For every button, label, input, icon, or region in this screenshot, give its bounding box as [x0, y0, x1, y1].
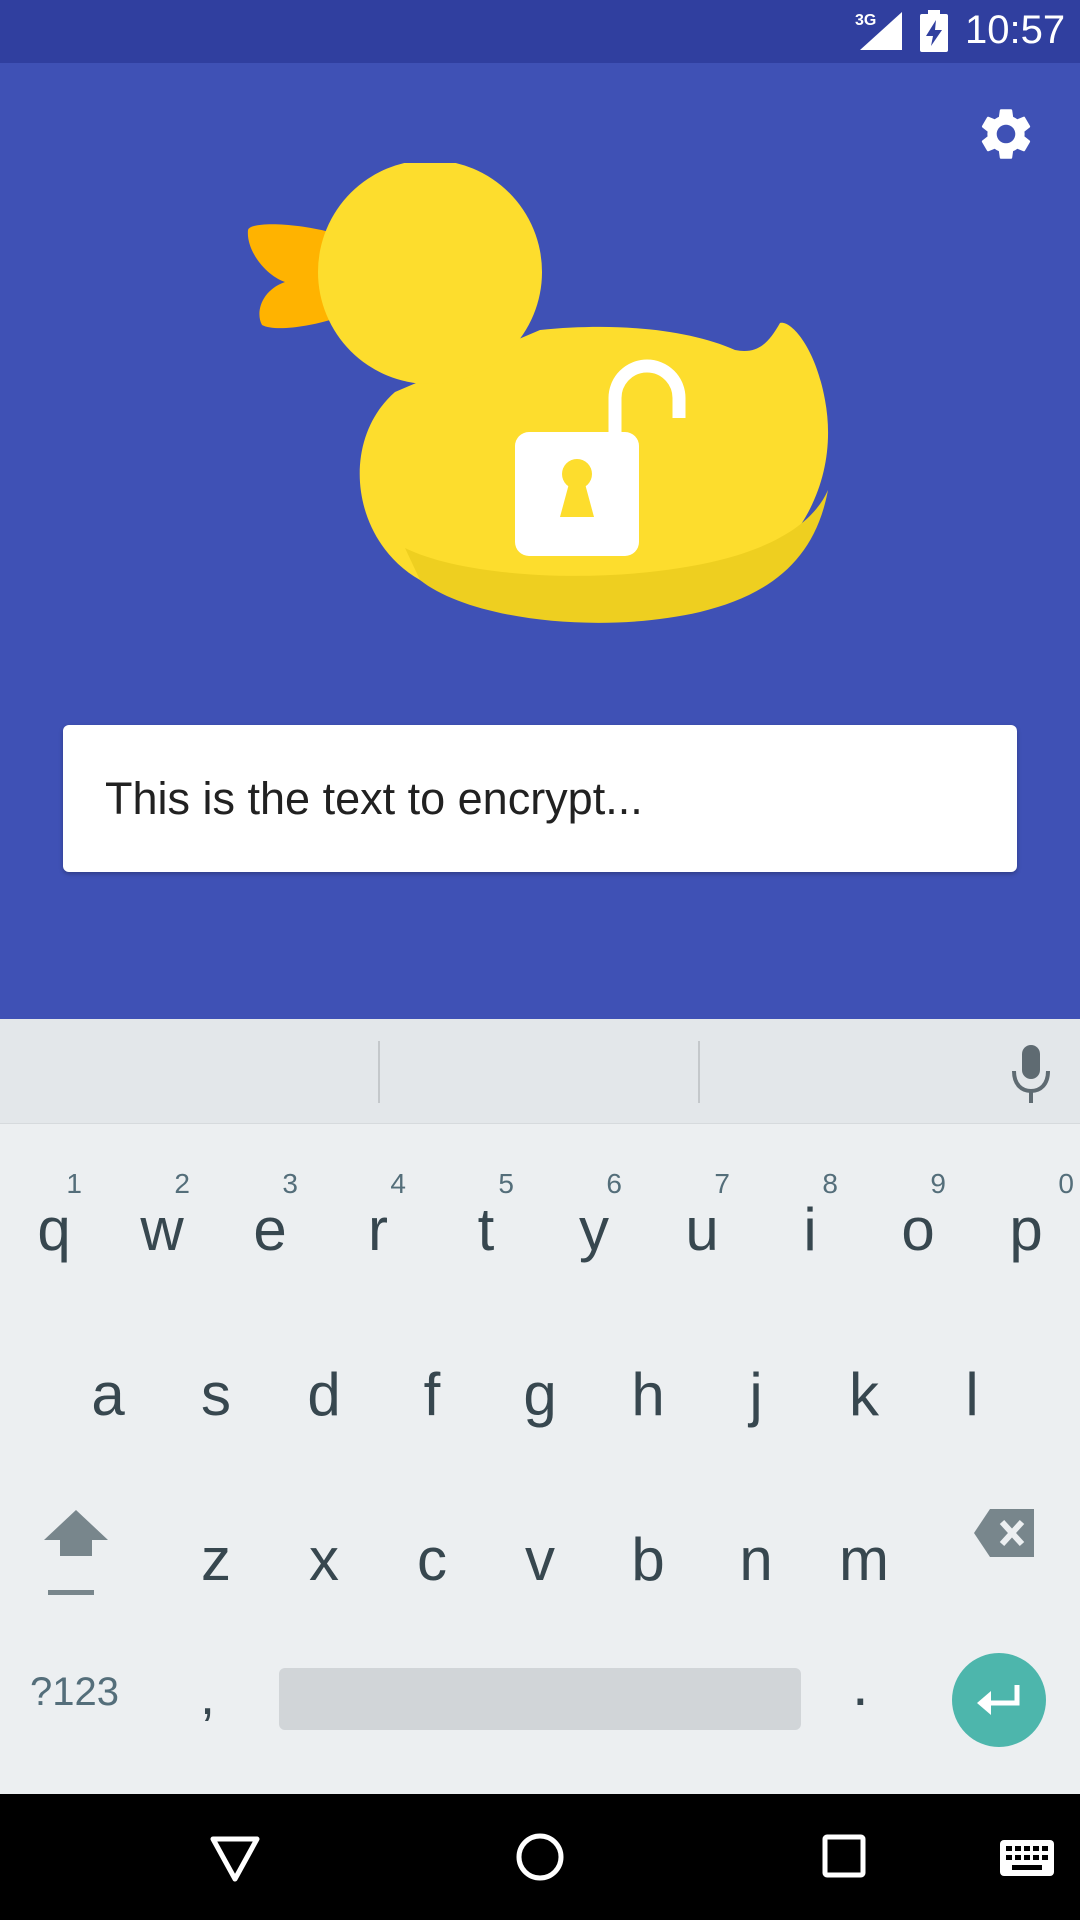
key-label: j	[749, 1361, 763, 1428]
gear-icon[interactable]	[975, 103, 1037, 165]
duck-head	[318, 163, 542, 384]
key-e[interactable]: 3e	[216, 1150, 324, 1310]
key-j[interactable]: j	[702, 1315, 810, 1475]
key-k[interactable]: k	[810, 1315, 918, 1475]
key-label: d	[307, 1361, 341, 1428]
battery-charging-icon	[920, 10, 948, 52]
key-s[interactable]: s	[162, 1315, 270, 1475]
key-label: g	[523, 1361, 557, 1428]
recent-apps-icon[interactable]	[822, 1834, 866, 1878]
key-label: w	[140, 1196, 184, 1263]
microphone-icon[interactable]	[1008, 1045, 1054, 1103]
status-bar: 3G 10:57	[0, 0, 1080, 63]
key-y[interactable]: 6y	[540, 1150, 648, 1310]
key-label: r	[368, 1196, 388, 1263]
key-label: x	[309, 1526, 339, 1593]
key-label: c	[417, 1526, 447, 1593]
enter-icon	[977, 1685, 1020, 1715]
navigation-bar	[0, 1794, 1080, 1920]
space-bar[interactable]	[279, 1668, 801, 1730]
key-d[interactable]: d	[270, 1315, 378, 1475]
keyboard-switch-icon[interactable]	[1000, 1840, 1054, 1876]
backspace-icon[interactable]	[972, 1505, 1038, 1561]
suggestion-divider	[698, 1041, 700, 1103]
key-label: s	[201, 1361, 231, 1428]
key-label: n	[739, 1526, 773, 1593]
enter-button[interactable]	[952, 1653, 1046, 1747]
key-label: q	[37, 1196, 71, 1263]
suggestion-strip	[0, 1019, 1080, 1124]
key-label: v	[525, 1526, 555, 1593]
key-m[interactable]: m	[810, 1480, 918, 1640]
key-label: p	[1009, 1196, 1043, 1263]
key-x[interactable]: x	[270, 1480, 378, 1640]
key-label: k	[849, 1361, 879, 1428]
key-label: f	[423, 1361, 441, 1428]
key-r[interactable]: 4r	[324, 1150, 432, 1310]
key-label: b	[631, 1526, 665, 1593]
key-label: i	[803, 1196, 817, 1263]
key-f[interactable]: f	[378, 1315, 486, 1475]
key-g[interactable]: g	[486, 1315, 594, 1475]
key-w[interactable]: 2w	[108, 1150, 216, 1310]
symbols-key[interactable]: ?123	[30, 1670, 119, 1715]
home-icon[interactable]	[515, 1832, 565, 1882]
key-a[interactable]: a	[54, 1315, 162, 1475]
key-n[interactable]: n	[702, 1480, 810, 1640]
key-v[interactable]: v	[486, 1480, 594, 1640]
key-o[interactable]: 9o	[864, 1150, 972, 1310]
key-label: m	[839, 1526, 889, 1593]
duck-lock-illustration	[247, 163, 829, 623]
encrypt-text-input[interactable]: This is the text to encrypt...	[105, 725, 985, 872]
text-input-card: This is the text to encrypt...	[63, 725, 1017, 872]
key-label: o	[901, 1196, 935, 1263]
key-l[interactable]: l	[918, 1315, 1026, 1475]
key-h[interactable]: h	[594, 1315, 702, 1475]
key-label: e	[253, 1196, 287, 1263]
key-label: u	[685, 1196, 719, 1263]
shift-icon[interactable]	[36, 1500, 116, 1600]
duck-beak	[247, 224, 330, 329]
key-q[interactable]: 1q	[0, 1150, 108, 1310]
key-label: y	[579, 1196, 609, 1263]
key-label: a	[91, 1361, 125, 1428]
key-c[interactable]: c	[378, 1480, 486, 1640]
key-z[interactable]: z	[162, 1480, 270, 1640]
key-b[interactable]: b	[594, 1480, 702, 1640]
key-p[interactable]: 0p	[972, 1150, 1080, 1310]
clock: 10:57	[965, 8, 1066, 52]
back-icon[interactable]	[210, 1836, 260, 1882]
key-i[interactable]: 8i	[756, 1150, 864, 1310]
suggestion-divider	[378, 1041, 380, 1103]
key-label: t	[477, 1196, 495, 1263]
key-label: l	[965, 1361, 979, 1428]
key-label: h	[631, 1361, 665, 1428]
key-t[interactable]: 5t	[432, 1150, 540, 1310]
key-u[interactable]: 7u	[648, 1150, 756, 1310]
comma-key[interactable]: ,	[200, 1665, 215, 1727]
key-label: z	[201, 1526, 231, 1593]
app-content: This is the text to encrypt...	[0, 63, 1080, 1019]
period-key[interactable]: .	[852, 1650, 869, 1719]
network-type: 3G	[855, 12, 877, 29]
